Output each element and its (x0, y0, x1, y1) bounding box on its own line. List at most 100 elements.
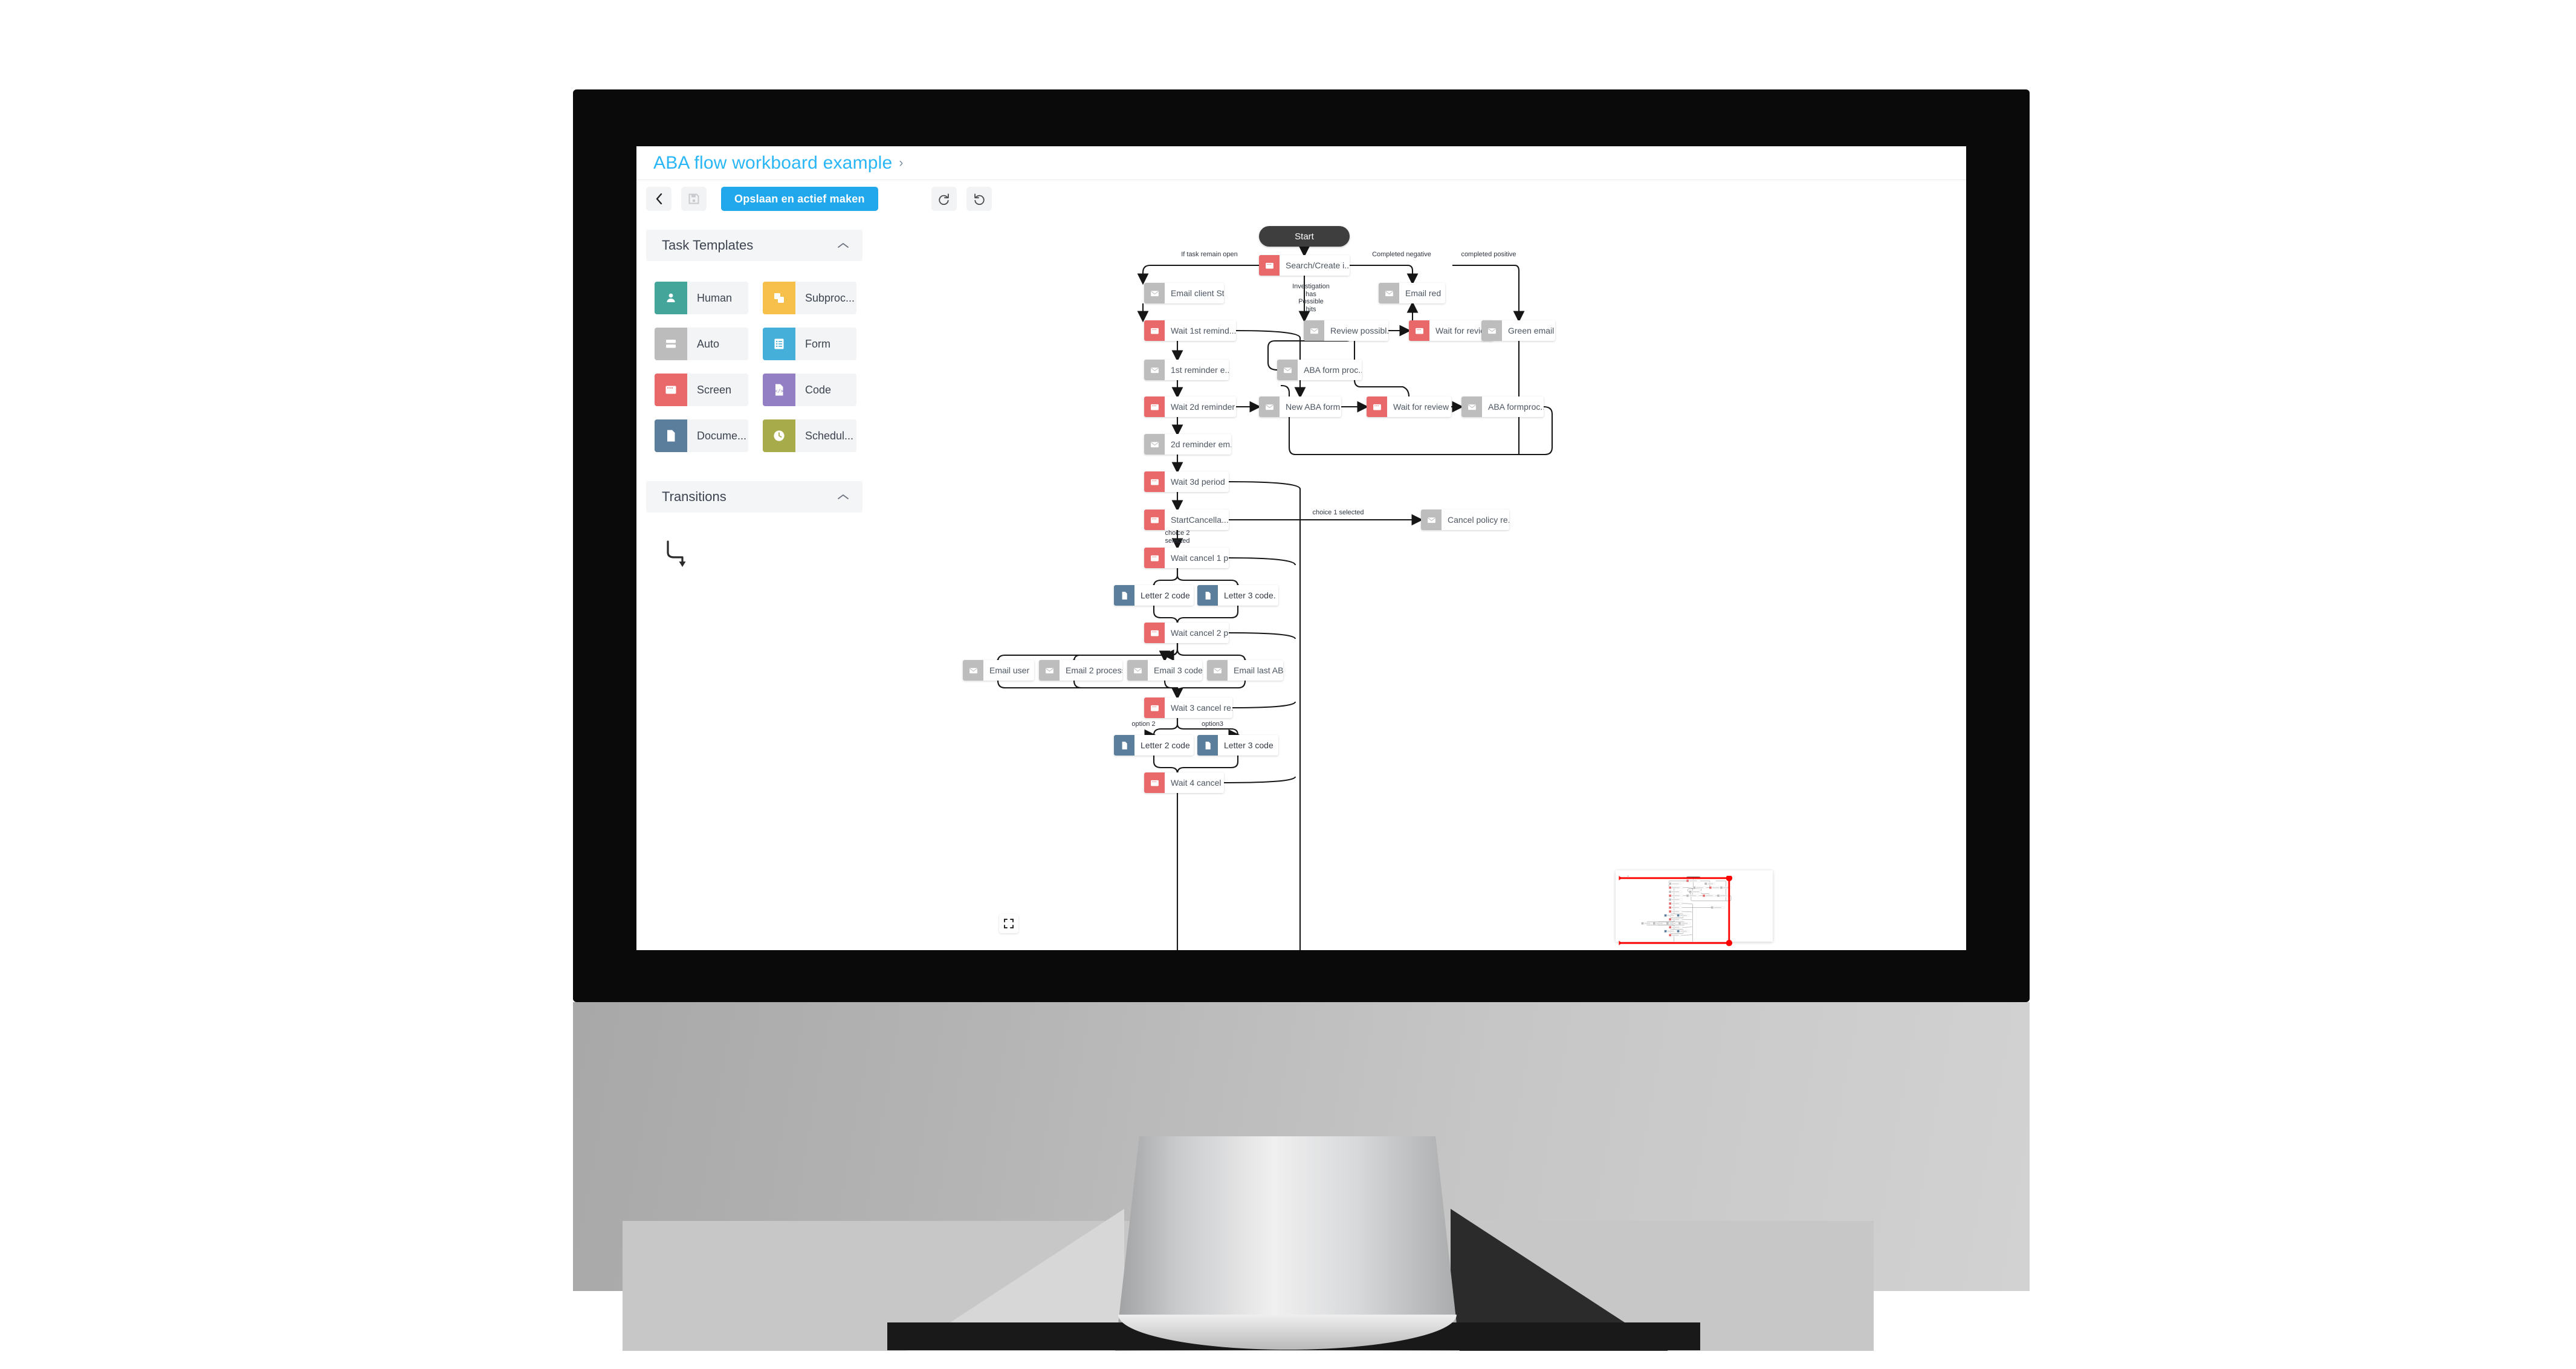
fullscreen-button[interactable] (999, 914, 1018, 933)
screen-icon (665, 386, 676, 394)
screen-icon (1150, 780, 1159, 786)
screen-icon (1150, 328, 1159, 334)
envelope-icon (1150, 367, 1159, 373)
flow-node-wait1st[interactable]: Wait 1st remind... (1144, 320, 1236, 341)
chevron-right-icon[interactable]: › (899, 156, 903, 170)
node-type-icon (1144, 360, 1165, 380)
task-template-human[interactable]: Human (655, 282, 748, 314)
user-icon (655, 282, 687, 314)
section-title: Task Templates (662, 238, 754, 253)
task-template-label: Auto (697, 337, 720, 350)
flow-node-startcancel[interactable]: StartCancella... (1144, 510, 1229, 530)
undo-button[interactable] (966, 187, 992, 211)
flow-node-letter3a[interactable]: Letter 3 code. (1197, 585, 1278, 606)
user-icon (667, 293, 675, 302)
form-icon (774, 338, 784, 349)
save-button[interactable] (681, 187, 707, 211)
flow-node-start[interactable]: Start (1259, 226, 1350, 247)
flow-node-emailred[interactable]: Email red (1379, 283, 1445, 303)
minimap-viewport-frame[interactable] (1617, 876, 1734, 950)
task-template-schedul[interactable]: Schedul... (763, 419, 856, 452)
node-type-icon (1379, 283, 1399, 303)
flow-node-wait4cancel[interactable]: Wait 4 cancel (1144, 772, 1224, 793)
flow-nodes-layer: Search/Create i... Email client St Email r… (872, 218, 1966, 950)
back-button[interactable] (646, 187, 672, 211)
node-type-icon (963, 660, 983, 681)
flow-node-waitcancel2[interactable]: Wait cancel 2 p... (1144, 623, 1229, 643)
section-header-transitions[interactable]: Transitions (646, 481, 862, 513)
chevron-up-icon[interactable] (837, 493, 849, 500)
task-template-auto[interactable]: Auto (655, 328, 748, 360)
flow-node-abaform1[interactable]: ABA form proc... (1277, 360, 1362, 380)
section-header-task-templates[interactable]: Task Templates (646, 230, 862, 261)
chevron-up-icon[interactable] (837, 242, 849, 249)
flow-node-label: Review possibl... (1330, 326, 1388, 335)
transition-connector-item[interactable] (664, 537, 701, 569)
flow-node-rem2d[interactable]: 2d reminder em... (1144, 434, 1231, 455)
node-type-icon (1207, 660, 1228, 681)
document-icon (1122, 591, 1127, 600)
flow-node-cancelpolicy[interactable]: Cancel policy re... (1421, 510, 1509, 530)
node-type-icon (1461, 396, 1482, 417)
flow-node-email3code[interactable]: Email 3 code (1127, 660, 1202, 681)
node-type-icon (1114, 585, 1134, 606)
flow-node-label: Wait cancel 1 p... (1171, 553, 1229, 563)
node-type-icon (1144, 320, 1165, 341)
flow-node-label: Email user (989, 665, 1030, 675)
task-template-docume[interactable]: Docume... (655, 419, 748, 452)
envelope-icon (1045, 667, 1053, 673)
flow-node-wait3cancel[interactable]: Wait 3 cancel re... (1144, 697, 1232, 718)
flow-node-emaillastab[interactable]: Email last AB (1207, 660, 1283, 681)
canvas-minimap[interactable] (1616, 870, 1773, 947)
flow-node-letter2a[interactable]: Letter 2 code (1114, 585, 1194, 606)
flow-node-label: Email 3 code (1154, 665, 1202, 675)
page-title[interactable]: ABA flow workboard example (653, 153, 892, 173)
node-type-icon (1197, 735, 1218, 756)
flow-node-label: Wait for review ... (1393, 402, 1451, 412)
flow-node-wait3d[interactable]: Wait 3d period (1144, 471, 1229, 492)
server-icon (655, 328, 687, 360)
flow-node-emailuser[interactable]: Email user (963, 660, 1034, 681)
flow-node-letter3b[interactable]: Letter 3 code (1197, 735, 1278, 756)
flow-node-review[interactable]: Review possibl... (1304, 320, 1388, 341)
publish-button[interactable]: Opslaan en actief maken (721, 187, 878, 211)
node-type-icon (1114, 735, 1134, 756)
flow-node-letter2b[interactable]: Letter 2 code (1114, 735, 1194, 756)
flow-node-label: Green email (1508, 326, 1555, 335)
flow-node-abaform2[interactable]: ABA formproc... (1461, 396, 1544, 417)
title-bar: ABA flow workboard example › (636, 146, 1966, 180)
flow-node-search[interactable]: Search/Create i... (1259, 255, 1350, 276)
document-icon (1205, 591, 1211, 600)
left-sidebar: Task Templates Human Subproc... Auto Form Sc… (636, 218, 873, 950)
flow-node-newaba[interactable]: New ABA form (1259, 396, 1341, 417)
task-template-form[interactable]: Form (763, 328, 856, 360)
flow-node-wait2d[interactable]: Wait 2d reminder (1144, 396, 1236, 417)
flow-canvas[interactable]: Search/Create i... Email client St Email r… (872, 218, 1966, 950)
screen-icon (1150, 517, 1159, 523)
section-title: Transitions (662, 489, 727, 504)
flow-node-waitreview1[interactable]: Wait for review ... (1409, 320, 1493, 341)
flow-node-label: Wait 4 cancel (1171, 778, 1222, 788)
envelope-icon (1150, 290, 1159, 296)
node-type-icon (1144, 510, 1165, 530)
edge-label: option 2 (1131, 720, 1156, 728)
envelope-icon (1213, 667, 1222, 673)
task-template-subproc[interactable]: Subproc... (763, 282, 856, 314)
flow-node-rem1[interactable]: 1st reminder e... (1144, 360, 1229, 380)
flow-node-greenemail[interactable]: Green email (1481, 320, 1555, 341)
flow-node-waitcancel1[interactable]: Wait cancel 1 p... (1144, 548, 1229, 568)
code-file-icon: </> (763, 374, 795, 406)
envelope-icon (1133, 667, 1142, 673)
node-type-icon (1039, 660, 1060, 681)
form-icon (763, 328, 795, 360)
task-template-screen[interactable]: Screen (655, 374, 748, 406)
flow-node-label: 2d reminder em... (1171, 439, 1231, 449)
redo-button[interactable] (931, 187, 957, 211)
task-template-label: Subproc... (805, 291, 855, 304)
task-template-code[interactable]: </> Code (763, 374, 856, 406)
flow-node-emailclient[interactable]: Email client St (1144, 283, 1224, 303)
flow-node-email2proc[interactable]: Email 2 process (1039, 660, 1122, 681)
envelope-icon (1283, 367, 1292, 373)
flow-node-label: Email 2 process (1066, 665, 1122, 675)
flow-node-waitreview2[interactable]: Wait for review ... (1367, 396, 1451, 417)
